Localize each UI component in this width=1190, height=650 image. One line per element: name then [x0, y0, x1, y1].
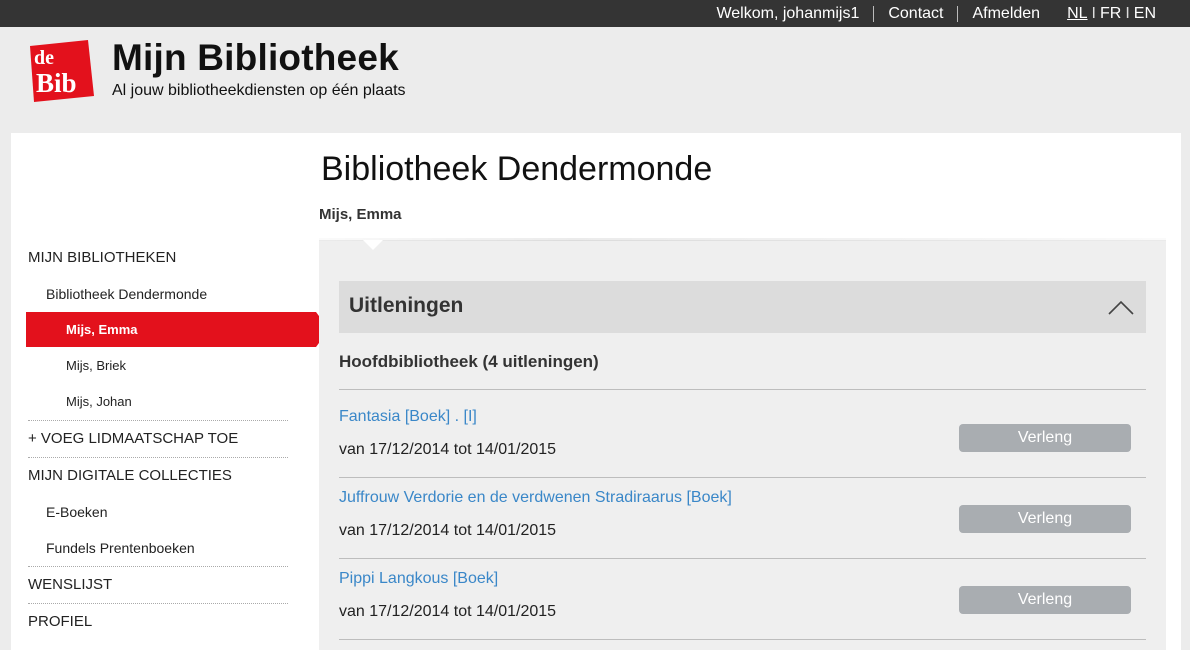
- sidebar-divider: [28, 603, 288, 604]
- site-subtitle: Al jouw bibliotheekdiensten op één plaat…: [112, 82, 406, 99]
- sidebar-item-label: Mijs, Emma: [66, 322, 138, 337]
- site-header: de Bib Mijn Bibliotheek Al jouw biblioth…: [0, 27, 1190, 132]
- container-shadow: [319, 238, 1166, 241]
- site-title[interactable]: Mijn Bibliotheek: [112, 37, 399, 79]
- topbar-divider: [873, 5, 875, 22]
- logout-link[interactable]: Afmelden: [972, 5, 1040, 23]
- loan-divider: [339, 639, 1146, 640]
- loan-divider: [339, 477, 1146, 478]
- logo-text-top: de: [34, 47, 54, 69]
- language-fr-link[interactable]: FR: [1100, 5, 1121, 23]
- loan-period: van 17/12/2014 tot 14/01/2015: [339, 603, 557, 620]
- top-bar: Welkom, johanmijs1 Contact Afmelden NL I…: [0, 0, 1190, 27]
- renew-button[interactable]: Verleng: [959, 505, 1131, 533]
- loan-title-link[interactable]: Fantasia [Boek] . [I]: [339, 408, 477, 426]
- loans-section-header[interactable]: Uitleningen: [339, 281, 1146, 333]
- page-title: Bibliotheek Dendermonde: [321, 150, 713, 188]
- topbar-divider: [957, 5, 959, 22]
- sidebar-item-library[interactable]: Bibliotheek Dendermonde: [46, 286, 207, 302]
- language-separator: I: [1125, 4, 1130, 22]
- sidebar-item-member-johan[interactable]: Mijs, Johan: [66, 394, 132, 409]
- renew-button[interactable]: Verleng: [959, 424, 1131, 452]
- debib-logo[interactable]: de Bib: [26, 40, 94, 102]
- welcome-user-link[interactable]: Welkom, johanmijs1: [716, 5, 859, 23]
- sidebar-divider: [28, 457, 288, 458]
- sidebar-item-digital-collections[interactable]: MIJN DIGITALE COLLECTIES: [28, 467, 232, 484]
- sidebar-item-fundels[interactable]: Fundels Prentenboeken: [46, 540, 195, 556]
- renew-button[interactable]: Verleng: [959, 586, 1131, 614]
- sidebar-item-wishlist[interactable]: WENSLIJST: [28, 576, 112, 593]
- language-switcher: NL I FR I EN: [1067, 5, 1156, 23]
- logo-text-bottom: Bib: [36, 68, 77, 98]
- sidebar-item-my-libraries[interactable]: MIJN BIBLIOTHEKEN: [28, 249, 176, 266]
- loan-period: van 17/12/2014 tot 14/01/2015: [339, 441, 557, 458]
- chevron-up-icon[interactable]: [1108, 299, 1134, 315]
- contact-link[interactable]: Contact: [888, 5, 943, 23]
- sidebar-nav: MIJN BIBLIOTHEKEN Bibliotheek Dendermond…: [11, 133, 329, 650]
- sidebar-divider: [28, 566, 288, 567]
- pointer-notch: [363, 240, 383, 250]
- language-nl-link[interactable]: NL: [1067, 5, 1087, 23]
- sidebar-item-member-briek[interactable]: Mijs, Briek: [66, 358, 126, 373]
- language-en-link[interactable]: EN: [1134, 5, 1156, 23]
- sidebar-item-add-membership[interactable]: + VOEG LIDMAATSCHAP TOE: [28, 430, 238, 447]
- loan-divider: [339, 558, 1146, 559]
- loan-title-link[interactable]: Pippi Langkous [Boek]: [339, 570, 498, 588]
- loan-divider: [339, 389, 1146, 390]
- sidebar-item-ebooks[interactable]: E-Boeken: [46, 504, 107, 520]
- sidebar-divider: [28, 420, 288, 421]
- member-name: Mijs, Emma: [319, 206, 402, 223]
- sidebar-item-member-emma[interactable]: Mijs, Emma: [26, 312, 329, 347]
- loan-title-link[interactable]: Juffrouw Verdorie en de verdwenen Stradi…: [339, 489, 732, 507]
- sidebar-item-profile[interactable]: PROFIEL: [28, 613, 92, 630]
- loan-period: van 17/12/2014 tot 14/01/2015: [339, 522, 557, 539]
- branch-title: Hoofdbibliotheek (4 uitleningen): [339, 352, 599, 371]
- section-title: Uitleningen: [349, 294, 464, 317]
- language-separator: I: [1091, 4, 1096, 22]
